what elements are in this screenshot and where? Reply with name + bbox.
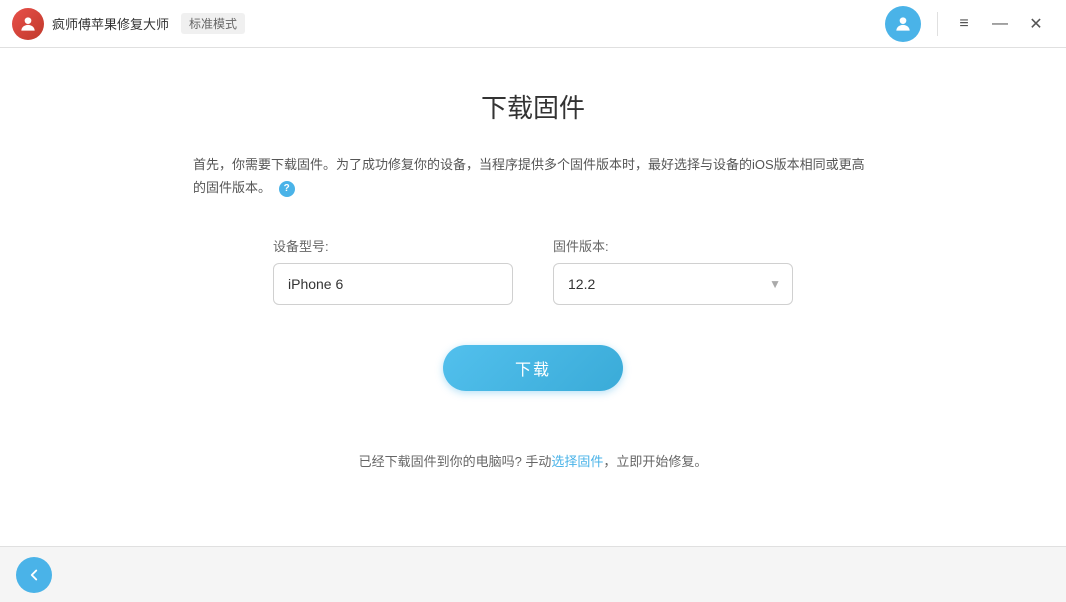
device-input [273,263,513,305]
download-button[interactable]: 下载 [443,345,623,391]
firmware-label: 固件版本: [553,236,793,255]
back-button[interactable] [16,557,52,593]
footer-note: 已经下载固件到你的电脑吗? 手动选择固件，立即开始修复。 [359,451,708,470]
app-name: 疯师傅苹果修复大师 [52,14,169,33]
app-logo [12,8,44,40]
version-select-wrapper: 12.2 12.1.4 12.1.3 12.1.2 12.1.1 12.0 ▼ [553,263,793,305]
bottom-bar [0,546,1066,602]
help-icon[interactable]: ? [279,181,295,197]
title-bar: 疯师傅苹果修复大师 标准模式 ≡ — ✕ [0,0,1066,48]
device-label: 设备型号: [273,236,513,255]
minimize-button[interactable]: — [982,6,1018,42]
menu-button[interactable]: ≡ [946,6,982,42]
mode-badge: 标准模式 [181,13,245,34]
page-title: 下载固件 [481,88,585,125]
firmware-form-group: 固件版本: 12.2 12.1.4 12.1.3 12.1.2 12.1.1 1… [553,236,793,305]
main-content: 下载固件 首先，你需要下载固件。为了成功修复你的设备，当程序提供多个固件版本时，… [0,48,1066,546]
select-firmware-link[interactable]: 选择固件 [551,454,603,469]
account-icon[interactable] [885,6,921,42]
form-row: 设备型号: 固件版本: 12.2 12.1.4 12.1.3 12.1.2 12… [223,236,843,305]
device-form-group: 设备型号: [273,236,513,305]
divider [937,12,938,36]
description: 首先，你需要下载固件。为了成功修复你的设备，当程序提供多个固件版本时，最好选择与… [193,153,873,200]
firmware-select[interactable]: 12.2 12.1.4 12.1.3 12.1.2 12.1.1 12.0 [553,263,793,305]
close-button[interactable]: ✕ [1018,6,1054,42]
